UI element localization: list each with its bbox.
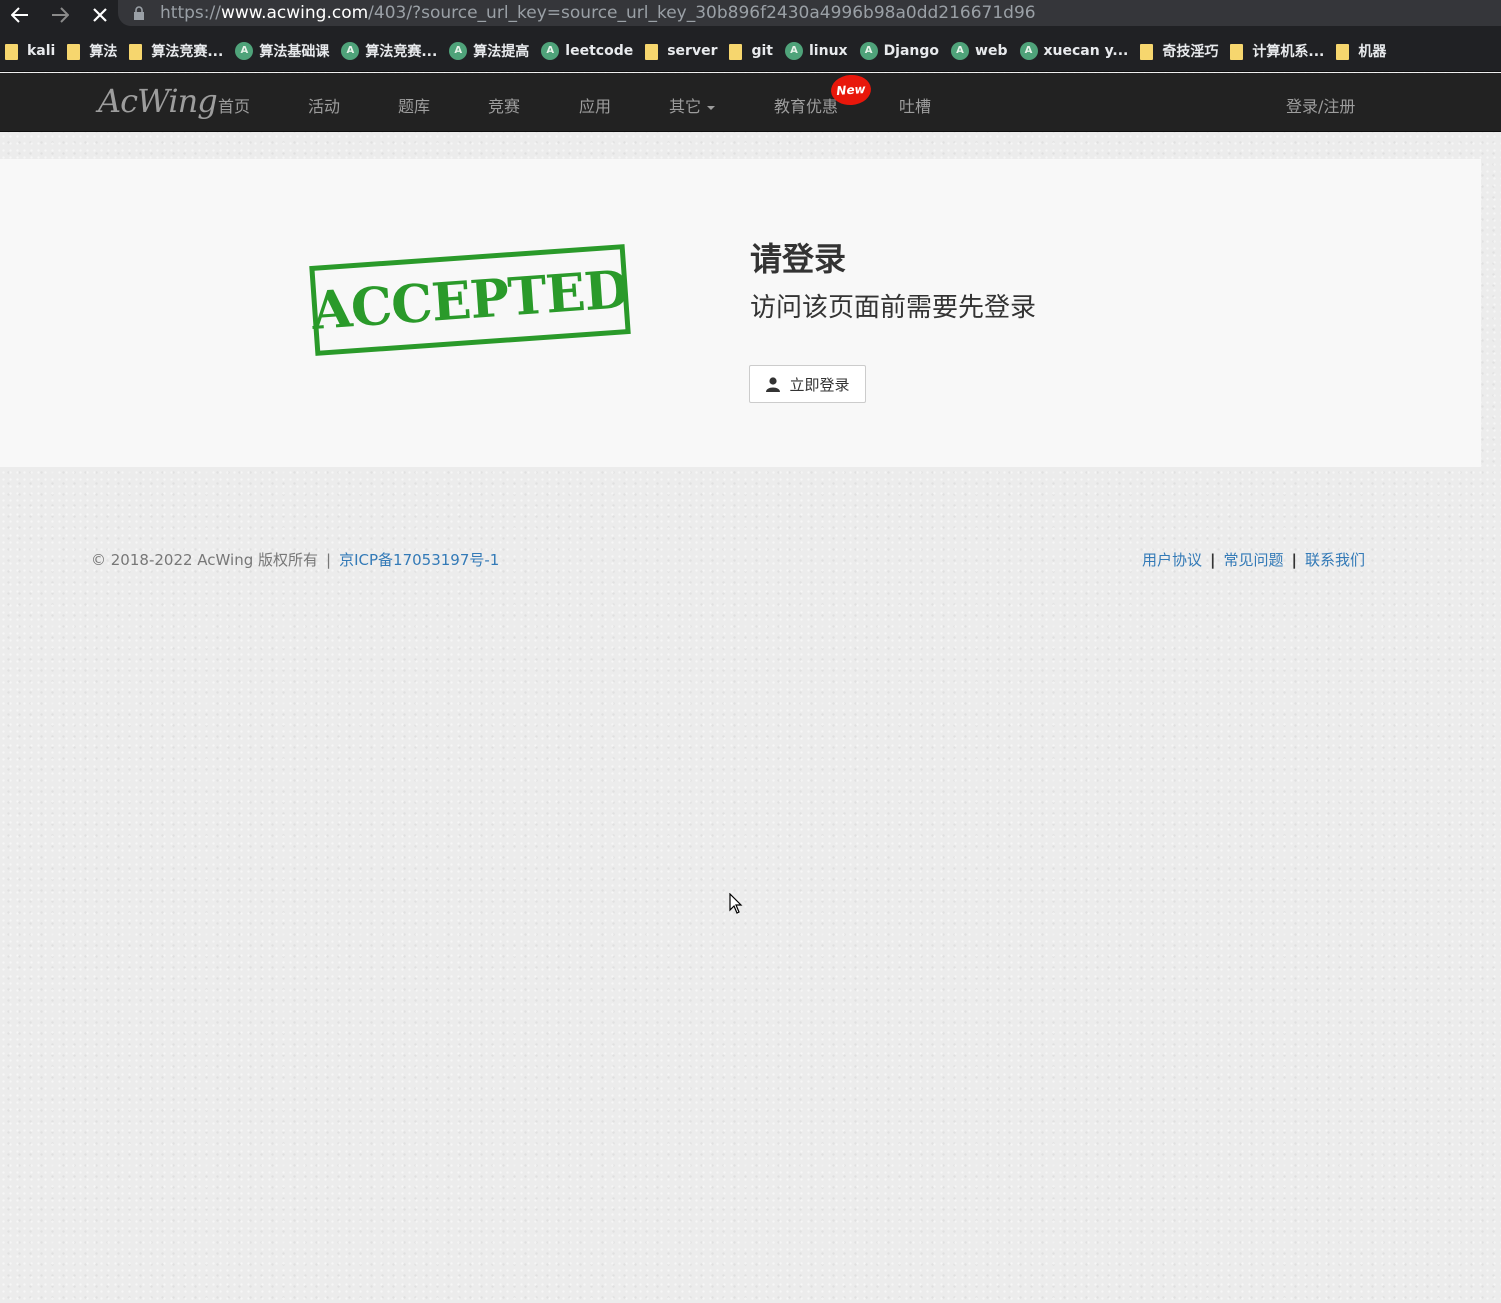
nav-home[interactable]: 首页	[218, 93, 250, 117]
bookmark-folder[interactable]: 机器	[1331, 30, 1393, 71]
bookmark-folder[interactable]: 算法竞赛...	[124, 30, 230, 71]
page-subtitle: 访问该页面前需要先登录	[750, 293, 1037, 323]
acwing-favicon-icon: A	[235, 41, 254, 60]
address-bar[interactable]: https://www.acwing.com/403/?source_url_k…	[118, 0, 1501, 26]
nav-problems[interactable]: 题库	[398, 93, 430, 117]
folder-icon	[1230, 43, 1244, 60]
login-register-link[interactable]: 登录/注册	[1286, 93, 1355, 117]
user-agreement-link[interactable]: 用户协议	[1142, 549, 1202, 570]
login-required-panel	[0, 159, 1481, 467]
acwing-favicon-icon: A	[859, 41, 878, 60]
icp-link[interactable]: 京ICP备17053197号-1	[339, 549, 499, 570]
nav-more-dropdown[interactable]: 其它	[669, 93, 716, 117]
url-path: /403/?source_url_key=source_url_key_30b8…	[368, 3, 1036, 23]
footer-separator: |	[1291, 550, 1297, 569]
login-now-button[interactable]: 立即登录	[749, 365, 866, 403]
folder-icon	[129, 43, 143, 60]
url-host: www.acwing.com	[220, 3, 369, 23]
footer-separator: |	[326, 550, 332, 569]
close-icon	[93, 8, 107, 22]
folder-icon	[729, 43, 743, 60]
bookmark-link[interactable]: A 算法基础课	[230, 30, 336, 71]
stop-loading-button[interactable]	[80, 0, 120, 30]
folder-icon	[5, 43, 18, 60]
nav-feedback[interactable]: 吐槽	[899, 93, 931, 117]
nav-activities[interactable]: 活动	[308, 93, 340, 117]
folder-icon	[1336, 43, 1350, 60]
bookmark-folder[interactable]: 算法	[62, 30, 124, 71]
bookmark-link[interactable]: A 算法竞赛...	[336, 30, 444, 71]
bookmark-link[interactable]: Axuecan y...	[1015, 30, 1136, 71]
bookmarks-bar: kali 算法 算法竞赛... A 算法基础课 A 算法竞赛... A 算法提高 Al…	[0, 30, 1501, 72]
nav-more-label: 其它	[669, 97, 702, 116]
faq-link[interactable]: 常见问题	[1224, 549, 1284, 570]
page-title: 请登录	[750, 240, 847, 278]
bookmark-folder[interactable]: server	[640, 30, 724, 71]
folder-icon	[645, 43, 659, 60]
login-now-label: 立即登录	[789, 375, 850, 394]
nav-apps[interactable]: 应用	[579, 93, 611, 117]
lock-icon	[134, 6, 144, 20]
acwing-favicon-icon: A	[541, 41, 560, 60]
bookmark-link[interactable]: A 算法提高	[444, 30, 536, 71]
browser-toolbar: https://www.acwing.com/403/?source_url_k…	[0, 0, 1501, 30]
site-navbar: AcWing 首页 活动 题库 竞赛 应用 其它 教育优惠 吐槽 登录/注册	[0, 73, 1501, 132]
mouse-cursor-icon	[729, 893, 743, 914]
bookmark-folder[interactable]: 计算机系...	[1225, 30, 1331, 71]
folder-icon	[67, 43, 81, 60]
nav-education-discount[interactable]: 教育优惠	[774, 93, 838, 117]
arrow-right-icon	[52, 7, 69, 23]
caret-down-icon	[707, 105, 716, 110]
nav-contests[interactable]: 竞赛	[488, 93, 520, 117]
url-scheme: https://	[160, 3, 221, 23]
back-button[interactable]	[0, 0, 40, 30]
bookmark-link[interactable]: Aweb	[946, 30, 1014, 71]
copyright-text: © 2018-2022 AcWing 版权所有	[91, 551, 319, 569]
bookmark-folder[interactable]: 奇技淫巧	[1135, 30, 1225, 71]
acwing-favicon-icon: A	[951, 41, 970, 60]
footer-copyright: © 2018-2022 AcWing 版权所有 | 京ICP备17053197号…	[91, 549, 499, 570]
bookmark-link[interactable]: A Django	[855, 30, 946, 71]
acwing-logo[interactable]: AcWing	[98, 82, 218, 120]
acwing-favicon-icon: A	[449, 41, 468, 60]
bookmark-link[interactable]: Aleetcode	[536, 30, 640, 71]
user-icon	[766, 377, 781, 392]
footer-separator: |	[1210, 550, 1216, 569]
acwing-favicon-icon: A	[1019, 41, 1038, 60]
folder-icon	[1140, 43, 1154, 60]
bookmark-link[interactable]: Alinux	[780, 30, 855, 71]
forward-button[interactable]	[40, 0, 80, 30]
acwing-favicon-icon: A	[341, 41, 360, 60]
bookmark-folder[interactable]: git	[724, 30, 780, 71]
acwing-favicon-icon: A	[785, 41, 803, 60]
contact-us-link[interactable]: 联系我们	[1305, 549, 1365, 570]
arrow-left-icon	[11, 7, 28, 23]
footer-links: 用户协议 | 常见问题 | 联系我们	[1142, 549, 1365, 570]
bookmark-folder[interactable]: kali	[0, 30, 62, 71]
